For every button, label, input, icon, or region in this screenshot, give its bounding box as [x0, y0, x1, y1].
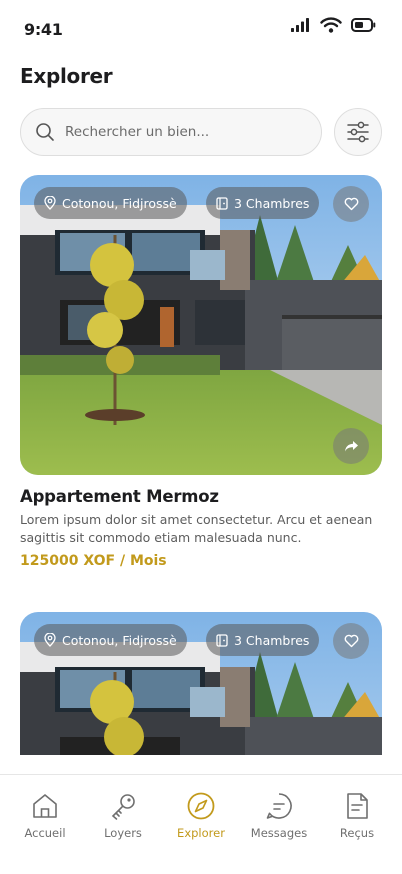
rooms-badge: 3 Chambres	[206, 624, 320, 656]
status-time: 9:41	[24, 20, 63, 39]
location-text: Cotonou, Fidjrossè	[62, 632, 177, 648]
receipt-icon	[347, 793, 368, 819]
share-arrow-icon	[344, 440, 358, 451]
location-pin-icon	[44, 196, 56, 210]
nav-label: Explorer	[177, 826, 225, 840]
location-badge: Cotonou, Fidjrossè	[34, 624, 187, 656]
location-badge: Cotonou, Fidjrossè	[34, 187, 187, 219]
heart-icon	[344, 634, 358, 648]
heart-icon	[344, 197, 358, 211]
search-input[interactable]	[65, 124, 285, 140]
bottom-nav: Accueil Loyers Explorer Messages Reçus	[0, 774, 402, 874]
listing-image[interactable]: Cotonou, Fidjrossè 3 Chambres	[20, 612, 382, 755]
battery-icon	[351, 18, 376, 32]
nav-label: Loyers	[104, 826, 142, 840]
rooms-badge: 3 Chambres	[206, 187, 320, 219]
app-screen: 9:41 Explorer Rechercher un bien... Coto…	[0, 0, 402, 874]
listings-list[interactable]: Cotonou, Fidjrossè 3 Chambres Appartemen…	[0, 175, 402, 755]
nav-item-messages[interactable]: Messages	[241, 791, 317, 874]
sliders-icon	[347, 121, 369, 143]
favorite-button[interactable]	[333, 623, 369, 659]
listing-card[interactable]: Cotonou, Fidjrossè 3 Chambres	[20, 612, 382, 755]
listing-card[interactable]: Cotonou, Fidjrossè 3 Chambres	[20, 175, 382, 569]
listing-description: Lorem ipsum dolor sit amet consectetur. …	[20, 512, 373, 545]
status-bar: 9:41	[0, 0, 402, 56]
search-bar[interactable]	[20, 108, 322, 156]
search-icon	[36, 123, 54, 141]
door-icon	[216, 633, 228, 647]
listing-title: Appartement Mermoz	[20, 487, 219, 506]
nav-label: Messages	[250, 826, 308, 840]
listing-image[interactable]: Cotonou, Fidjrossè 3 Chambres	[20, 175, 382, 475]
nav-item-explorer[interactable]: Explorer	[163, 791, 239, 874]
house-photo	[20, 175, 382, 475]
rooms-text: 3 Chambres	[234, 195, 310, 211]
location-text: Cotonou, Fidjrossè	[62, 195, 177, 211]
home-icon	[33, 794, 57, 818]
nav-label: Reçus	[339, 826, 375, 840]
listing-price: 125000 XOF / Mois	[20, 553, 167, 569]
wifi-icon	[320, 17, 342, 33]
cellular-icon	[291, 18, 309, 32]
nav-item-accueil[interactable]: Accueil	[7, 791, 83, 874]
filter-button[interactable]	[334, 108, 382, 156]
rooms-text: 3 Chambres	[234, 632, 310, 648]
location-pin-icon	[44, 633, 56, 647]
door-icon	[216, 196, 228, 210]
nav-label: Accueil	[24, 826, 66, 840]
status-icons	[291, 17, 376, 33]
key-icon	[111, 794, 135, 820]
nav-item-recus[interactable]: Reçus	[319, 791, 395, 874]
compass-icon	[187, 792, 215, 820]
share-button[interactable]	[333, 428, 369, 464]
chat-icon	[266, 793, 292, 819]
nav-item-loyers[interactable]: Loyers	[85, 791, 161, 874]
favorite-button[interactable]	[333, 186, 369, 222]
page-title: Explorer	[20, 64, 113, 88]
